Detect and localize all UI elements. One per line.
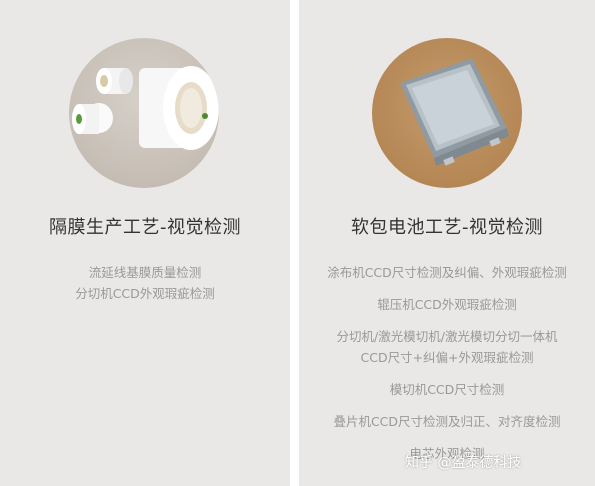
list-item: 涂布机CCD尺寸检测及纠偏、外观瑕疵检测 <box>327 265 567 280</box>
right-card-title: 软包电池工艺-视觉检测 <box>351 217 543 238</box>
list-item: 辊压机CCD外观瑕疵检测 <box>377 297 517 312</box>
pouch-battery-image <box>372 38 522 188</box>
list-item: 流延线基膜质量检测 <box>88 265 202 280</box>
list-item: 叠片机CCD尺寸检测及归正、对齐度检测 <box>333 414 561 429</box>
left-card-title: 隔膜生产工艺-视觉检测 <box>49 217 241 238</box>
list-item: 分切机/激光模切机/激光模切分切一体机 <box>336 329 558 344</box>
separator-card: 隔膜生产工艺-视觉检测 流延线基膜质量检测 分切机CCD外观瑕疵检测 <box>0 0 290 486</box>
list-item: 分切机CCD外观瑕疵检测 <box>75 286 215 301</box>
pouch-battery-card: 软包电池工艺-视觉检测 涂布机CCD尺寸检测及纠偏、外观瑕疵检测 辊压机CCD外… <box>299 0 595 486</box>
list-item: CCD尺寸+纠偏+外观瑕疵检测 <box>360 350 534 365</box>
list-item: 模切机CCD尺寸检测 <box>389 382 505 397</box>
watermark: 知乎 @盈泰德科技 <box>405 455 522 471</box>
left-card-items: 流延线基膜质量检测 分切机CCD外观瑕疵检测 <box>0 262 290 304</box>
separator-roll-image <box>69 38 219 188</box>
right-card-items: 涂布机CCD尺寸检测及纠偏、外观瑕疵检测 辊压机CCD外观瑕疵检测 分切机/激光… <box>299 262 595 464</box>
